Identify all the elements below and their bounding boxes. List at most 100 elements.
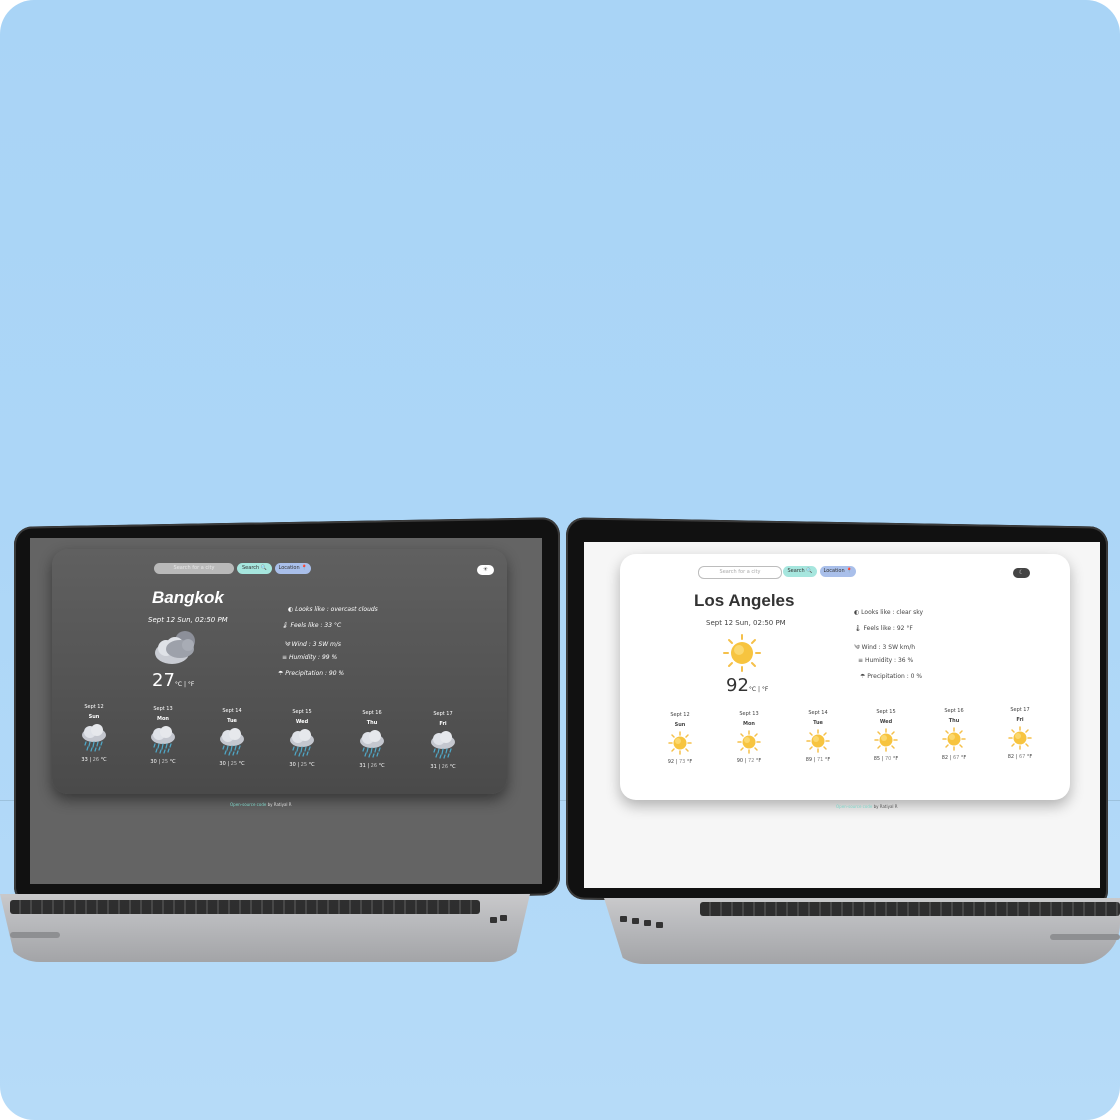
weather-details: ◐ Looks like : overcast clouds 🌡 Feels l…: [278, 606, 378, 686]
wind: ༄ Wind : 3 SW m/s: [284, 641, 342, 648]
laptop-right-keyboard: [700, 902, 1120, 916]
source-code-link[interactable]: Open-source code: [230, 802, 266, 807]
laptop-left-port: [500, 915, 507, 921]
forecast-high: 30: [219, 761, 226, 767]
laptop-left-screen: Search for a city Search 🔍 Location 📍 ☀ …: [30, 538, 542, 884]
forecast-day: Sept 16 Thu 82 | 67 °F: [934, 708, 974, 761]
temperature-value: 27: [152, 670, 175, 691]
current-temperature: 27°C | °F: [152, 670, 194, 691]
overcast-cloud-icon: [155, 631, 195, 664]
forecast-day: Sept 12 Sun 33 | 26 °C: [74, 704, 114, 763]
forecast-day: Sept 15 Wed 30 | 25 °C: [282, 709, 322, 768]
forecast-weekday: Wed: [879, 719, 893, 725]
forecast-weekday: Fri: [1016, 717, 1024, 723]
forecast-weekday: Thu: [366, 720, 378, 726]
theme-toggle[interactable]: ☾: [1013, 568, 1030, 578]
forecast-day: Sept 17 Fri 82 | 67 °F: [1000, 707, 1040, 760]
forecast-temps: 90 | 72 °F: [736, 758, 762, 764]
weather-card: Search for a city Search 🔍 Location 📍 ☾ …: [620, 554, 1070, 800]
humidity-icon: ≡: [282, 654, 289, 661]
forecast-high: 82: [1007, 754, 1015, 760]
unit-toggle[interactable]: °C | °F: [749, 686, 768, 693]
forecast-temps: 85 | 70 °F: [873, 756, 899, 762]
laptop-right-port: [644, 920, 651, 926]
precipitation: ☂ Precipitation : 0 %: [860, 673, 923, 680]
forecast-low: 25: [161, 759, 169, 765]
current-temperature: 92°C | °F: [726, 675, 768, 696]
thermometer-icon: 🌡: [281, 622, 291, 629]
looks-like: ◐ Looks like : overcast clouds: [288, 606, 378, 613]
forecast-low: 25: [300, 762, 308, 768]
forecast-unit: °F: [824, 757, 831, 763]
forecast-date: Sept 12: [84, 704, 104, 710]
rain-cloud-icon: [220, 728, 244, 756]
footer: Open-source code by Ratiyal R: [230, 802, 292, 807]
forecast-temps: 31 | 26 °C: [430, 764, 456, 770]
sun-icon: [737, 730, 761, 754]
city-name: Bangkok: [152, 588, 224, 607]
forecast-high: 31: [359, 763, 366, 769]
search-input[interactable]: Search for a city: [698, 566, 782, 579]
forecast-low: 71: [816, 757, 824, 763]
forecast-low: 67: [1018, 754, 1026, 760]
forecast-high: 85: [873, 756, 881, 762]
search-button[interactable]: Search 🔍: [783, 566, 817, 577]
forecast-low: 73: [678, 759, 686, 765]
laptop-left-port: [490, 917, 497, 923]
forecast-high: 30: [150, 759, 157, 765]
unit-toggle[interactable]: °C | °F: [175, 681, 194, 688]
rain-cloud-icon: [82, 724, 106, 752]
forecast-date: Sept 16: [944, 708, 964, 714]
forecast-low: 25: [230, 761, 238, 767]
source-code-link[interactable]: Open-source code: [836, 804, 872, 809]
forecast-temps: 89 | 71 °F: [805, 757, 831, 763]
forecast-unit: °F: [1026, 754, 1033, 760]
forecast-date: Sept 16: [362, 710, 382, 716]
forecast-temps: 82 | 67 °F: [1007, 754, 1033, 760]
canvas: Search for a city Search 🔍 Location 📍 ☀ …: [0, 0, 1120, 1120]
forecast-high: 90: [736, 758, 744, 764]
humidity: ≡ Humidity : 99 %: [282, 654, 338, 661]
location-button[interactable]: Location 📍: [275, 563, 311, 574]
rain-cloud-icon: [431, 731, 455, 759]
forecast-temps: 82 | 67 °F: [941, 755, 967, 761]
laptop-right-port: [620, 916, 627, 922]
sun-icon: [1008, 726, 1032, 750]
forecast-weekday: Mon: [743, 721, 755, 727]
forecast-temps: 30 | 25 °C: [150, 759, 176, 765]
looks-like: ◐ Looks like : clear sky: [854, 609, 924, 616]
laptop-left-keyboard: [10, 900, 480, 914]
forecast-high: 82: [941, 755, 949, 761]
sun-icon: [668, 731, 692, 755]
forecast-low: 26: [441, 764, 449, 770]
temperature-value: 92: [726, 675, 749, 696]
thermometer-icon: 🌡: [854, 625, 864, 632]
forecast-low: 26: [370, 763, 378, 769]
weather-details: ◐ Looks like : clear sky 🌡 Feels like : …: [854, 609, 923, 689]
theme-toggle[interactable]: ☀: [477, 565, 494, 575]
forecast-weekday: Mon: [157, 716, 169, 722]
forecast-unit: °C: [100, 757, 107, 763]
forecast-unit: °C: [308, 762, 315, 768]
forecast-day: Sept 14 Tue 30 | 25 °C: [212, 708, 252, 767]
forecast-weekday: Thu: [948, 718, 960, 724]
forecast-date: Sept 14: [808, 710, 828, 716]
location-button[interactable]: Location 📍: [820, 566, 856, 577]
feels-like: 🌡 Feels like : 92 °F: [854, 625, 913, 632]
laptop-right-port: [656, 922, 663, 928]
wind-icon: ༄: [854, 644, 862, 651]
search-button[interactable]: Search 🔍: [237, 563, 272, 574]
forecast-low: 67: [952, 755, 960, 761]
forecast-temps: 33 | 26 °C: [81, 757, 107, 763]
forecast-weekday: Wed: [295, 719, 309, 725]
forecast-high: 33: [81, 757, 88, 763]
forecast-day: Sept 13 Mon 90 | 72 °F: [729, 711, 769, 764]
forecast-day: Sept 17 Fri 31 | 26 °C: [423, 711, 463, 770]
forecast-day: Sept 16 Thu 31 | 26 °C: [352, 710, 392, 769]
humidity-icon: ≡: [858, 657, 865, 664]
city-name: Los Angeles: [694, 591, 795, 610]
date-time: Sept 12 Sun, 02:50 PM: [706, 619, 786, 627]
forecast-high: 30: [289, 762, 296, 768]
search-input[interactable]: Search for a city: [154, 563, 234, 574]
footer: Open-source code by Ratiyal R: [836, 804, 898, 809]
